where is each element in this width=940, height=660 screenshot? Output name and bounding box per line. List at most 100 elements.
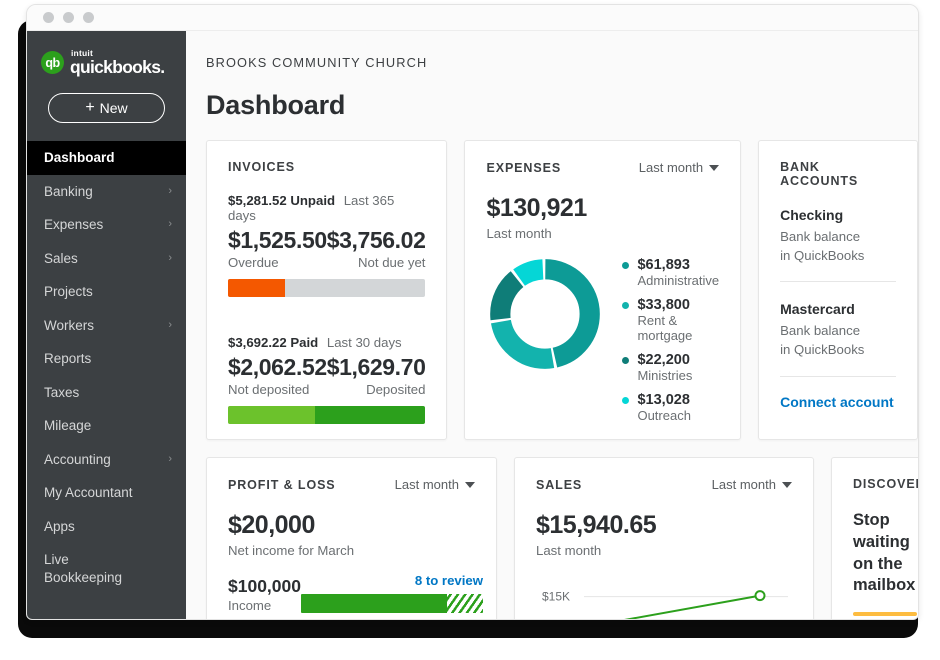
invoices-notdeposited-label: Not deposited: [228, 382, 310, 397]
invoices-overdue-bar-segment: [228, 279, 286, 297]
bank-desc-line2: in QuickBooks: [780, 248, 865, 264]
pnl-card-header: PROFIT & LOSS Last month: [228, 477, 475, 492]
sidebar-item-accounting[interactable]: Accounting ›: [27, 443, 186, 477]
invoices-paid-amounts: $2,062.52 $1,629.70: [228, 354, 426, 381]
invoices-unpaid-bar[interactable]: [228, 279, 426, 297]
expenses-legend-value: $33,800: [622, 297, 719, 313]
invoices-card-title: INVOICES: [228, 160, 295, 174]
bank-account-desc: Bank balance in QuickBooks: [780, 321, 896, 359]
sidebar-item-label-line1: Live: [44, 551, 69, 567]
invoices-paid-summary: $3,692.22 Paid Last 30 days: [228, 335, 425, 350]
sidebar-item-label: Accounting: [44, 451, 111, 467]
sidebar-item-expenses[interactable]: Expenses ›: [27, 208, 186, 242]
sidebar-item-live-bookkeeping[interactable]: Live Bookkeeping: [27, 543, 186, 589]
bank-card-title: BANK ACCOUNTS: [780, 160, 859, 188]
sidebar-item-projects[interactable]: Projects: [27, 275, 186, 309]
app-body: qb intuit quickbooks + New D: [27, 31, 918, 620]
expenses-legend-category: Administrative: [637, 273, 720, 288]
browser-titlebar: [27, 5, 918, 31]
sidebar-item-dashboard[interactable]: Dashboard: [27, 141, 186, 175]
pnl-review-link[interactable]: 8 to review: [415, 573, 483, 588]
sidebar-item-mileage[interactable]: Mileage: [27, 409, 186, 443]
pnl-card-title: PROFIT & LOSS: [228, 477, 336, 492]
sidebar-item-banking[interactable]: Banking ›: [27, 175, 186, 209]
expenses-card: EXPENSES Last month $130,921 Last month: [464, 140, 742, 440]
sidebar-item-apps[interactable]: Apps: [27, 510, 186, 544]
expenses-legend-item[interactable]: $22,200 Ministries: [622, 352, 719, 383]
plus-icon: +: [85, 99, 95, 116]
bank-account-checking[interactable]: Checking Bank balance in QuickBooks: [780, 207, 896, 265]
window-maximize-dot[interactable]: [83, 12, 94, 23]
sidebar-item-label-line2: Bookkeeping: [44, 570, 123, 585]
discover-headline: Stop waiting on the mailbox: [853, 510, 918, 597]
chevron-right-icon: ›: [168, 251, 172, 264]
sales-total: $15,940.65: [536, 511, 657, 539]
sidebar-item-my-accountant[interactable]: My Accountant: [27, 476, 186, 510]
bank-account-mastercard[interactable]: Mastercard Bank balance in QuickBooks: [780, 301, 896, 359]
sales-card-title: SALES: [536, 477, 583, 492]
new-button[interactable]: + New: [48, 93, 165, 123]
sidebar-item-label: Workers: [44, 317, 95, 333]
expenses-legend-category: Outreach: [637, 408, 691, 423]
logo-area[interactable]: qb intuit quickbooks: [27, 31, 186, 77]
chevron-right-icon: ›: [168, 452, 172, 465]
pnl-bar-wrap: [301, 594, 483, 613]
sales-period-label: Last month: [711, 477, 776, 492]
pnl-income-row: $100,000 Income 8 to review: [228, 573, 483, 613]
window-minimize-dot[interactable]: [63, 12, 74, 23]
sidebar-item-workers[interactable]: Workers ›: [27, 309, 186, 343]
bank-desc-line1: Bank balance: [780, 323, 861, 339]
quickbooks-logo[interactable]: qb intuit quickbooks: [41, 49, 186, 76]
new-button-label: New: [99, 100, 128, 116]
expenses-total-label: Last month: [486, 226, 552, 241]
sales-card: SALES Last month $15,940.65 Last month $…: [514, 457, 814, 620]
window-close-dot[interactable]: [43, 12, 54, 23]
connect-account-link[interactable]: Connect account: [780, 394, 896, 410]
sidebar-item-taxes[interactable]: Taxes: [27, 376, 186, 410]
expenses-legend-item[interactable]: $13,028 Outreach: [622, 392, 719, 423]
invoices-notdeposited-amount: $2,062.52: [228, 354, 327, 380]
sales-y-axis-tick-label: $10K: [542, 616, 570, 620]
expenses-period-dropdown[interactable]: Last month: [639, 160, 720, 175]
pnl-period-label: Last month: [394, 477, 459, 492]
expenses-legend-amount: $61,893: [637, 257, 690, 273]
discover-headline-line2: mailbox: [853, 576, 916, 595]
sidebar-item-label: Sales: [44, 250, 78, 266]
invoices-paid-bar[interactable]: [228, 406, 426, 424]
sales-period-dropdown[interactable]: Last month: [712, 477, 792, 492]
expenses-legend-amount: $22,200: [637, 352, 690, 368]
expenses-legend-category: Ministries: [637, 368, 693, 383]
pnl-income-bar[interactable]: [301, 594, 483, 613]
sidebar-item-label: Dashboard: [44, 150, 115, 166]
legend-color-dot-icon: [622, 301, 630, 309]
sales-data-point-marker[interactable]: [754, 590, 766, 602]
invoices-overdue-label: Overdue: [228, 255, 279, 270]
sidebar-item-sales[interactable]: Sales ›: [27, 242, 186, 276]
expenses-donut-chart[interactable]: [486, 255, 604, 373]
expenses-legend-item[interactable]: $33,800 Rent & mortgage: [622, 297, 719, 343]
bank-divider: [780, 281, 896, 283]
sidebar-item-label: Banking: [44, 183, 93, 199]
sales-y-axis-tick-label: $15K: [542, 590, 570, 604]
pnl-income-bar-area: 8 to review: [301, 573, 483, 613]
expenses-legend-value: $61,893: [622, 257, 719, 273]
invoices-paid-period: Last 30 days: [326, 335, 402, 350]
sidebar-item-label: Reports: [44, 351, 92, 367]
sales-total-label: Last month: [536, 543, 602, 558]
sidebar-item-reports[interactable]: Reports: [27, 342, 186, 376]
invoices-deposited-bar-segment: [314, 406, 426, 424]
sidebar: qb intuit quickbooks + New D: [27, 31, 186, 619]
expenses-legend-item[interactable]: $61,893 Administrative: [622, 257, 719, 288]
pnl-income-label: Income: [228, 598, 272, 613]
invoices-unpaid-summary: $5,281.52 Unpaid Last 365 days: [228, 193, 425, 223]
sales-line-chart[interactable]: $15K $10K: [536, 572, 794, 620]
sidebar-item-label: Apps: [44, 518, 75, 534]
chevron-right-icon: ›: [168, 218, 172, 231]
chevron-right-icon: ›: [168, 184, 172, 197]
invoices-notdue-label: Not due yet: [358, 255, 426, 270]
expenses-legend-value: $22,200: [622, 352, 719, 368]
legend-color-dot-icon: [622, 356, 630, 364]
bank-account-desc: Bank balance in QuickBooks: [780, 227, 896, 265]
pnl-period-dropdown[interactable]: Last month: [395, 477, 475, 492]
bank-accounts-card: BANK ACCOUNTS Checking Bank balance in Q…: [758, 140, 918, 440]
